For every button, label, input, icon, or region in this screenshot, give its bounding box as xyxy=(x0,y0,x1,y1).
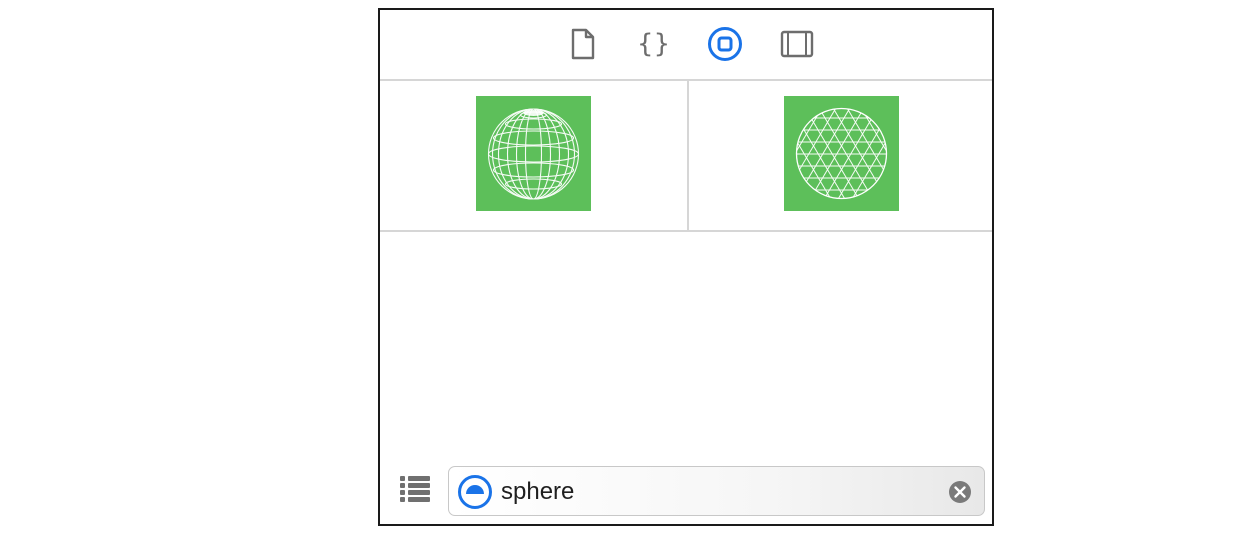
file-icon xyxy=(571,28,595,60)
library-item-geodesic-sphere[interactable] xyxy=(689,79,992,230)
library-item-uv-sphere[interactable] xyxy=(380,79,689,230)
filter-bar: sphere xyxy=(380,458,992,524)
library-panel: {} sphere xyxy=(378,8,994,526)
uv-sphere-thumbnail xyxy=(476,96,591,211)
object-library-icon xyxy=(708,27,742,61)
media-library-icon xyxy=(780,30,814,58)
object-scope-icon[interactable] xyxy=(457,474,493,510)
list-view-icon xyxy=(400,476,430,502)
library-toolbar: {} xyxy=(380,10,992,81)
file-template-tab[interactable] xyxy=(565,26,601,62)
geodesic-sphere-icon xyxy=(795,107,888,200)
uv-sphere-icon xyxy=(487,108,580,200)
braces-icon: {} xyxy=(637,29,671,59)
search-field[interactable]: sphere xyxy=(448,466,985,516)
library-grid xyxy=(380,79,992,232)
clear-icon[interactable] xyxy=(948,480,972,504)
media-library-tab[interactable] xyxy=(779,26,815,62)
object-library-tab[interactable] xyxy=(707,26,743,62)
search-input-value[interactable]: sphere xyxy=(501,478,574,506)
code-snippet-tab[interactable]: {} xyxy=(636,26,672,62)
list-view-toggle[interactable] xyxy=(398,472,432,506)
geodesic-sphere-thumbnail xyxy=(784,96,899,211)
